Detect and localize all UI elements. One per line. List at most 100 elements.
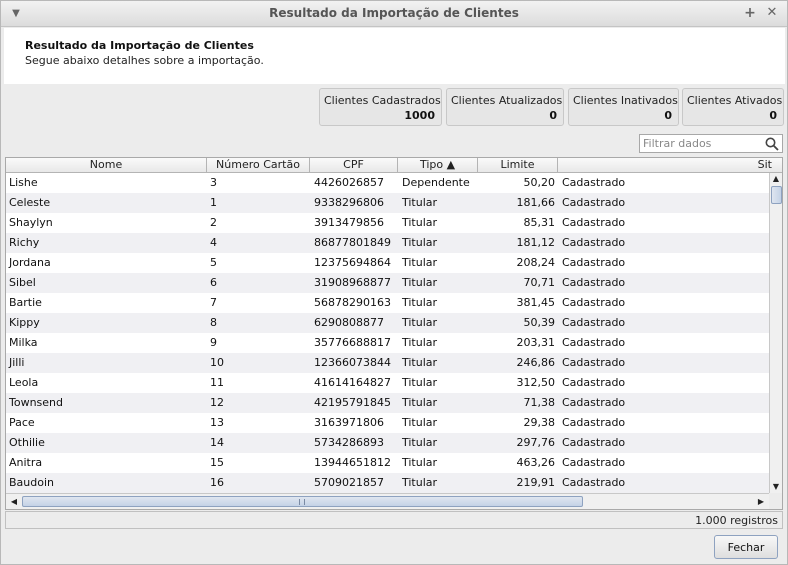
column-header-limite[interactable]: Limite [478, 158, 558, 173]
cell-numero-cartao: 9 [210, 336, 217, 349]
cell-tipo: Titular [402, 296, 438, 309]
scroll-right-icon[interactable]: ▶ [754, 495, 768, 509]
table-header: Nome Número Cartão CPF Tipo ▲ Limite Sit [6, 158, 782, 173]
scroll-left-icon[interactable]: ◀ [7, 495, 21, 509]
table-row[interactable]: Townsend 12 42195791845 Titular 71,38 Cadastr… [6, 393, 769, 413]
cell-nome: Baudoin [9, 476, 54, 489]
vertical-scrollbar[interactable]: ▲ ▼ [769, 173, 782, 493]
cell-cpf: 5734286893 [314, 436, 384, 449]
table-row[interactable]: Pace 13 3163971806 Titular 29,38 Cadastrado [6, 413, 769, 433]
column-header-numero-cartao[interactable]: Número Cartão [207, 158, 310, 173]
dialog-header: Resultado da Importação de Clientes Segu… [4, 28, 785, 84]
cell-situacao: Cadastrado [562, 456, 626, 469]
cell-situacao: Cadastrado [562, 396, 626, 409]
cell-nome: Sibel [9, 276, 36, 289]
cell-cpf: 42195791845 [314, 396, 391, 409]
table-row[interactable]: Lishe 3 4426026857 Dependente 50,20 Cadastrad… [6, 173, 769, 193]
cell-tipo: Titular [402, 376, 438, 389]
vertical-scroll-thumb[interactable] [771, 186, 782, 204]
table-row[interactable]: Baudoin 16 5709021857 Titular 219,91 Cadastra… [6, 473, 769, 493]
cell-situacao: Cadastrado [562, 176, 626, 189]
cell-nome: Bartie [9, 296, 42, 309]
cell-situacao: Cadastrado [562, 436, 626, 449]
stat-value: 1000 [404, 109, 435, 122]
stat-label: Clientes Inativados [573, 94, 678, 107]
column-header-tipo[interactable]: Tipo ▲ [398, 158, 478, 173]
cell-tipo: Titular [402, 316, 438, 329]
table-row[interactable]: Sibel 6 31908968877 Titular 70,71 Cadastrado [6, 273, 769, 293]
cell-numero-cartao: 8 [210, 316, 217, 329]
cell-numero-cartao: 14 [210, 436, 224, 449]
cell-cpf: 13944651812 [314, 456, 391, 469]
cell-numero-cartao: 3 [210, 176, 217, 189]
cell-nome: Othilie [9, 436, 45, 449]
cell-cpf: 56878290163 [314, 296, 391, 309]
stat-value: 0 [664, 109, 672, 122]
cell-cpf: 9338296806 [314, 196, 384, 209]
cell-limite: 50,39 [523, 316, 556, 329]
table-row[interactable]: Bartie 7 56878290163 Titular 381,45 Cadastrad… [6, 293, 769, 313]
cell-cpf: 12375694864 [314, 256, 391, 269]
cell-numero-cartao: 13 [210, 416, 224, 429]
table-row[interactable]: Anitra 15 13944651812 Titular 463,26 Cadastra… [6, 453, 769, 473]
cell-tipo: Dependente [402, 176, 470, 189]
cell-tipo: Titular [402, 476, 438, 489]
filter-field[interactable] [639, 134, 783, 153]
table-row[interactable]: Kippy 8 6290808877 Titular 50,39 Cadastrado [6, 313, 769, 333]
cell-limite: 181,12 [516, 236, 556, 249]
cell-tipo: Titular [402, 336, 438, 349]
cell-tipo: Titular [402, 276, 438, 289]
close-button[interactable]: Fechar [714, 535, 778, 559]
cell-tipo: Titular [402, 356, 438, 369]
cell-numero-cartao: 12 [210, 396, 224, 409]
close-window-icon[interactable]: ✕ [765, 5, 779, 21]
search-icon[interactable] [765, 137, 779, 151]
stat-clientes-ativados: Clientes Ativados 0 [682, 88, 784, 126]
horizontal-scroll-thumb[interactable] [22, 496, 583, 507]
cell-numero-cartao: 16 [210, 476, 224, 489]
column-header-situacao[interactable]: Sit [558, 158, 782, 173]
cell-numero-cartao: 6 [210, 276, 217, 289]
cell-situacao: Cadastrado [562, 356, 626, 369]
table-row[interactable]: Celeste 1 9338296806 Titular 181,66 Cadastrad… [6, 193, 769, 213]
table-row[interactable]: Othilie 14 5734286893 Titular 297,76 Cadastra… [6, 433, 769, 453]
table-row[interactable]: Milka 9 35776688817 Titular 203,31 Cadastrado [6, 333, 769, 353]
cell-cpf: 12366073844 [314, 356, 391, 369]
cell-cpf: 31908968877 [314, 276, 391, 289]
table-row[interactable]: Shaylyn 2 3913479856 Titular 85,31 Cadastrado [6, 213, 769, 233]
cell-numero-cartao: 4 [210, 236, 217, 249]
stat-label: Clientes Atualizados [451, 94, 563, 107]
cell-limite: 312,50 [516, 376, 556, 389]
stat-label: Clientes Ativados [687, 94, 783, 107]
cell-nome: Townsend [9, 396, 64, 409]
table-row[interactable]: Richy 4 86877801849 Titular 181,12 Cadastrado [6, 233, 769, 253]
scroll-down-icon[interactable]: ▼ [770, 481, 782, 493]
cell-nome: Milka [9, 336, 38, 349]
record-count: 1.000 registros [695, 514, 778, 527]
cell-numero-cartao: 10 [210, 356, 224, 369]
title-bar[interactable]: ▼ Resultado da Importação de Clientes + … [1, 1, 787, 27]
header-title: Resultado da Importação de Clientes [25, 39, 254, 52]
scroll-up-icon[interactable]: ▲ [770, 173, 782, 185]
table-row[interactable]: Jilli 10 12366073844 Titular 246,86 Cadastrad… [6, 353, 769, 373]
cell-limite: 297,76 [516, 436, 556, 449]
table-row[interactable]: Leola 11 41614164827 Titular 312,50 Cadastrad… [6, 373, 769, 393]
column-header-cpf[interactable]: CPF [310, 158, 398, 173]
cell-tipo: Titular [402, 236, 438, 249]
cell-tipo: Titular [402, 216, 438, 229]
cell-numero-cartao: 15 [210, 456, 224, 469]
scroll-corner [769, 493, 782, 509]
cell-limite: 70,71 [523, 276, 556, 289]
table-row[interactable]: Jordana 5 12375694864 Titular 208,24 Cadastra… [6, 253, 769, 273]
maximize-icon[interactable]: + [743, 5, 757, 21]
filter-input[interactable] [643, 136, 763, 151]
cell-numero-cartao: 7 [210, 296, 217, 309]
cell-numero-cartao: 2 [210, 216, 217, 229]
cell-cpf: 41614164827 [314, 376, 391, 389]
cell-limite: 208,24 [516, 256, 556, 269]
column-header-nome[interactable]: Nome [6, 158, 207, 173]
horizontal-scrollbar[interactable]: ◀ ▶ [6, 493, 769, 509]
cell-limite: 181,66 [516, 196, 556, 209]
status-bar: 1.000 registros [5, 511, 783, 529]
header-subtitle: Segue abaixo detalhes sobre a importação… [25, 54, 264, 67]
